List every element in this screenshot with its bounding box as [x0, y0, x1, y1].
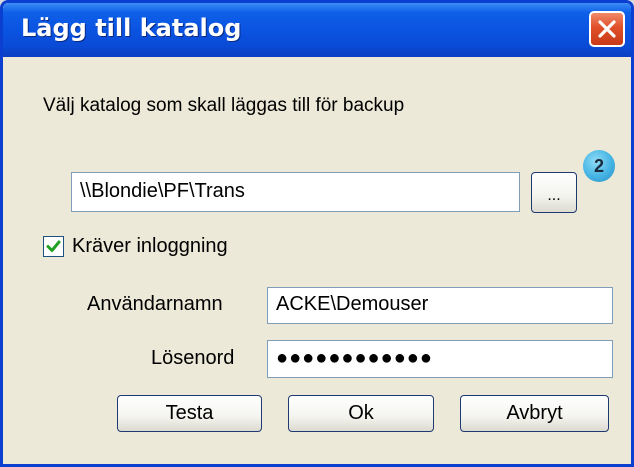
- checkmark-icon: [46, 240, 61, 252]
- password-input[interactable]: ●●●●●●●●●●●●: [267, 340, 613, 378]
- folder-path-input[interactable]: \\Blondie\PF\Trans: [71, 172, 520, 212]
- step-number-badge: 2: [583, 150, 615, 182]
- browse-button[interactable]: ...: [531, 172, 577, 213]
- add-folder-dialog: Lägg till katalog Välj katalog som skall…: [0, 0, 634, 467]
- close-icon: [598, 20, 616, 38]
- dialog-title: Lägg till katalog: [21, 14, 242, 42]
- ok-button[interactable]: Ok: [288, 395, 434, 432]
- requires-login-checkbox[interactable]: [43, 236, 64, 257]
- username-input[interactable]: ACKE\Demouser: [267, 287, 613, 324]
- requires-login-label[interactable]: Kräver inloggning: [72, 235, 228, 258]
- test-button[interactable]: Testa: [117, 395, 262, 432]
- username-label: Användarnamn: [87, 293, 223, 315]
- title-bar[interactable]: Lägg till katalog: [3, 3, 631, 57]
- close-button[interactable]: [589, 11, 625, 47]
- password-label: Lösenord: [151, 347, 235, 369]
- cancel-button[interactable]: Avbryt: [460, 395, 609, 432]
- instruction-text: Välj katalog som skall läggas till för b…: [43, 95, 405, 116]
